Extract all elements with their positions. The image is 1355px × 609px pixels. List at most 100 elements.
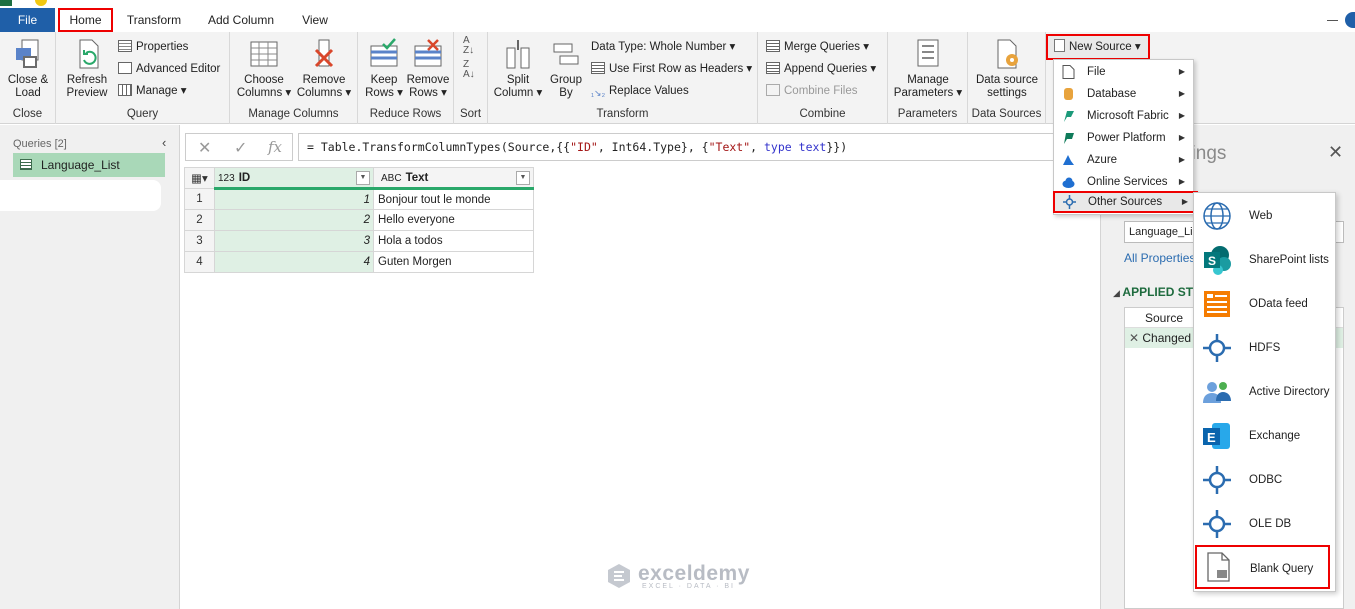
collapse-pane-icon[interactable]: ‹ — [162, 135, 166, 150]
cell-text[interactable]: Hola a todos — [373, 230, 534, 252]
cell-text[interactable]: Bonjour tout le monde — [373, 188, 534, 210]
query-item-language-list[interactable]: Language_List — [13, 153, 165, 177]
menu-item-label: Online Services — [1087, 176, 1168, 188]
delete-step-icon[interactable]: ✕ — [1129, 331, 1142, 345]
globe-icon — [1203, 202, 1231, 230]
replace-values-label: Replace Values — [609, 85, 689, 97]
cell-id[interactable]: 2 — [214, 209, 374, 231]
filter-dropdown-icon[interactable]: ▼ — [516, 171, 530, 185]
column-header-label: Text — [405, 171, 429, 184]
keep-rows-label: Keep Rows — [365, 74, 398, 99]
combine-files-icon — [766, 84, 780, 96]
close-load-button[interactable]: Close & Load — [4, 38, 52, 100]
menu-item-online-services[interactable]: Online Services ▶ — [1054, 171, 1193, 193]
table-menu-icon[interactable]: ▦▾ — [184, 167, 215, 189]
applied-steps-header[interactable]: ◢ APPLIED STE — [1113, 285, 1201, 299]
advanced-editor-button[interactable]: Advanced Editor — [118, 59, 220, 79]
minimize-ribbon-icon[interactable] — [1327, 20, 1338, 21]
cell-text[interactable]: Hello everyone — [373, 209, 534, 231]
submenu-arrow-icon: ▶ — [1178, 133, 1185, 142]
keep-rows-button[interactable]: Keep Rows ▾ — [362, 38, 406, 100]
combine-files-button[interactable]: Combine Files — [766, 81, 858, 101]
cancel-formula-icon[interactable]: ✕ — [198, 138, 211, 158]
source-item-ole-db[interactable]: OLE DB — [1194, 502, 1335, 546]
help-icon[interactable] — [1345, 12, 1355, 28]
tab-transform[interactable]: Transform — [120, 8, 188, 32]
source-item-sharepoint-lists[interactable]: S SharePoint lists — [1194, 238, 1335, 282]
remove-columns-icon — [314, 39, 334, 68]
remove-rows-label: Remove Rows — [406, 74, 450, 99]
tab-home[interactable]: Home — [58, 8, 113, 32]
collapse-triangle-icon: ◢ — [1113, 288, 1123, 298]
remove-rows-button[interactable]: Remove Rows ▾ — [406, 38, 450, 100]
split-column-icon — [506, 40, 530, 69]
column-header-text[interactable]: ABC Text ▼ — [373, 167, 534, 190]
row-number[interactable]: 1 — [184, 188, 215, 210]
column-header-id[interactable]: 123 ID ▼ — [214, 167, 374, 190]
append-queries-button[interactable]: Append Queries ▾ — [766, 59, 876, 79]
source-item-hdfs[interactable]: HDFS — [1194, 326, 1335, 370]
row-number[interactable]: 4 — [184, 251, 215, 273]
sharepoint-icon: S — [1204, 246, 1231, 275]
new-source-button[interactable]: New Source ▾ — [1046, 34, 1150, 60]
merge-queries-button[interactable]: Merge Queries ▾ — [766, 37, 869, 57]
manage-button[interactable]: Manage ▾ — [118, 81, 187, 101]
manage-parameters-button[interactable]: Manage Parameters ▾ — [892, 38, 964, 100]
group-query-label: Query — [126, 108, 159, 120]
row-number[interactable]: 2 — [184, 209, 215, 231]
source-item-active-directory[interactable]: Active Directory — [1194, 370, 1335, 414]
filter-dropdown-icon[interactable]: ▼ — [356, 171, 370, 185]
source-item-label: Exchange — [1249, 430, 1301, 442]
source-item-blank-query[interactable]: Blank Query — [1195, 545, 1330, 589]
all-properties-link[interactable]: All Properties — [1124, 251, 1195, 265]
source-item-exchange[interactable]: E Exchange — [1194, 414, 1335, 458]
tab-view[interactable]: View — [294, 8, 336, 32]
menu-item-file[interactable]: File ▶ — [1054, 61, 1193, 83]
exchange-icon: E — [1203, 423, 1230, 449]
cell-id[interactable]: 3 — [214, 230, 374, 252]
tab-add-column[interactable]: Add Column — [200, 8, 282, 32]
menu-item-azure[interactable]: Azure ▶ — [1054, 149, 1193, 171]
menu-item-microsoft-fabric[interactable]: Microsoft Fabric ▶ — [1054, 105, 1193, 127]
source-item-odbc[interactable]: ODBC — [1194, 458, 1335, 502]
menu-item-other-sources[interactable]: Other Sources ▶ — [1053, 191, 1198, 213]
properties-button[interactable]: Properties — [118, 37, 188, 57]
function-icon[interactable]: fx — [268, 138, 282, 156]
tab-file[interactable]: File — [0, 8, 55, 32]
cell-id[interactable]: 4 — [214, 251, 374, 273]
merge-queries-icon — [766, 40, 780, 52]
group-query: Refresh Preview Properties Advanced Edit… — [56, 32, 230, 124]
remove-columns-button[interactable]: Remove Columns ▾ — [294, 38, 354, 100]
split-column-label: Split Column — [493, 74, 534, 99]
source-item-odata-feed[interactable]: OData feed — [1194, 282, 1335, 326]
smiley-icon[interactable] — [35, 0, 47, 6]
menu-item-database[interactable]: Database ▶ — [1054, 83, 1193, 105]
replace-values-button[interactable]: ₁↘₂ Replace Values — [591, 81, 689, 101]
new-source-icon — [1054, 39, 1065, 52]
formula-buttons: ✕ ✓ fx — [185, 133, 293, 161]
other-sources-icon — [1063, 195, 1076, 209]
source-item-web[interactable]: Web — [1194, 194, 1335, 238]
source-item-label: Web — [1249, 210, 1273, 222]
properties-label: Properties — [136, 41, 189, 53]
split-column-button[interactable]: Split Column ▾ — [492, 38, 544, 100]
choose-columns-button[interactable]: Choose Columns ▾ — [234, 38, 294, 100]
formula-input[interactable]: = Table.TransformColumnTypes(Source,{{"I… — [298, 133, 1085, 161]
row-number[interactable]: 3 — [184, 230, 215, 252]
menu-item-power-platform[interactable]: Power Platform ▶ — [1054, 127, 1193, 149]
refresh-preview-button[interactable]: Refresh Preview — [62, 38, 112, 100]
cell-text[interactable]: Guten Morgen — [373, 251, 534, 273]
source-item-label: OLE DB — [1249, 518, 1292, 530]
sort-ascending-button[interactable]: A Z↓ — [463, 36, 474, 56]
group-by-button[interactable]: Group By — [544, 38, 588, 100]
data-type-button[interactable]: Data Type: Whole Number ▾ — [591, 37, 735, 57]
close-icon[interactable]: ✕ — [1328, 142, 1343, 163]
sort-descending-button[interactable]: Z A↓ — [463, 60, 475, 80]
replace-values-icon: ₁↘₂ — [591, 88, 606, 98]
data-source-settings-button[interactable]: Data source settings — [972, 38, 1042, 100]
odbc-icon — [1203, 466, 1231, 494]
confirm-formula-icon[interactable]: ✓ — [234, 138, 247, 158]
cell-id[interactable]: 1 — [214, 188, 374, 210]
use-first-row-button[interactable]: Use First Row as Headers ▾ — [591, 59, 752, 79]
query-item-label: Language_List — [41, 158, 120, 172]
